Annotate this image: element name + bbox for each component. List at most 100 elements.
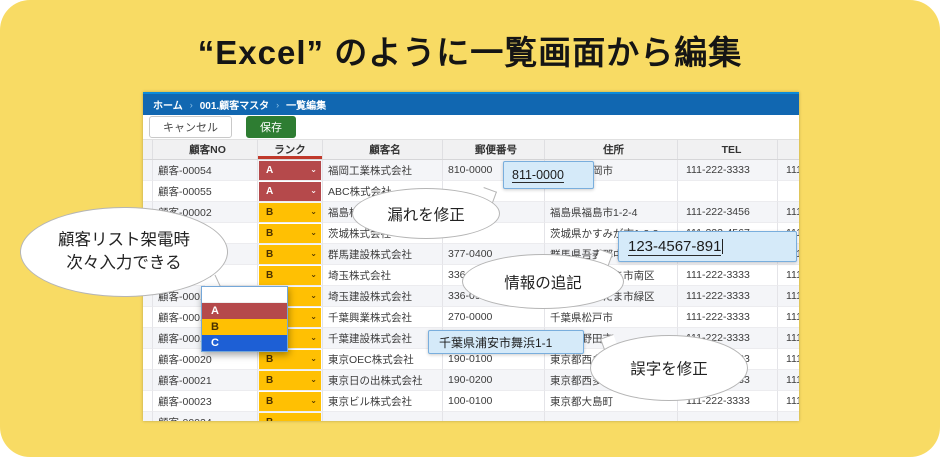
cell-zip[interactable]: 100-0100 — [443, 391, 545, 412]
rank-select[interactable]: B⌄ — [259, 350, 321, 369]
cell-tel[interactable]: 111-222-3456 — [678, 202, 778, 223]
chevron-down-icon: ⌄ — [310, 355, 317, 363]
rank-value: B — [266, 396, 273, 407]
cell-customer-name[interactable]: 埼玉建設株式会社 — [323, 286, 443, 307]
row-selector[interactable] — [143, 328, 153, 349]
cell-zip[interactable]: 190-0200 — [443, 370, 545, 391]
cell-rank: B⌄ — [258, 412, 323, 421]
cell-tel2[interactable] — [778, 412, 799, 421]
table-header-row: 顧客NOランク顧客名郵便番号住所TEL — [143, 139, 799, 160]
cell-customer-name[interactable]: 千葉興業株式会社 — [323, 307, 443, 328]
rank-option-c[interactable]: C — [202, 335, 287, 351]
cell-customer-name[interactable]: 東京ビル株式会社 — [323, 391, 443, 412]
zip-edit-callout[interactable]: 811-0000 — [503, 161, 594, 189]
chevron-down-icon: ⌄ — [310, 187, 317, 195]
cell-tel2[interactable]: 111 — [778, 328, 799, 349]
speech-bubble-call-list: 顧客リスト架電時 次々入力できる — [20, 207, 228, 297]
cell-tel[interactable]: 111-222-3333 — [678, 286, 778, 307]
cancel-button[interactable]: キャンセル — [149, 116, 232, 138]
page: “Excel” のように一覧画面から編集 ホーム › 001.顧客マスタ › 一… — [0, 0, 940, 457]
cell-tel2[interactable]: 111 — [778, 391, 799, 412]
cell-customer-name[interactable] — [323, 412, 443, 421]
cell-customer-no[interactable]: 顧客-00055 — [153, 181, 258, 202]
save-button[interactable]: 保存 — [246, 116, 296, 138]
speech-bubble-fix-typo: 誤字を修正 — [590, 335, 748, 401]
cell-tel[interactable]: 111-222-3333 — [678, 265, 778, 286]
cell-customer-name[interactable]: 福岡工業株式会社 — [323, 160, 443, 181]
column-header — [143, 140, 153, 159]
rank-option-b[interactable]: B — [202, 319, 287, 335]
breadcrumb-customer-master[interactable]: 001.顧客マスタ — [200, 97, 269, 112]
cell-tel2[interactable]: 111 — [778, 349, 799, 370]
bubble-text: 次々入力できる — [66, 252, 181, 275]
chevron-down-icon: ⌄ — [310, 271, 317, 279]
tel-edit-callout[interactable]: 123-4567-891 — [618, 231, 797, 262]
row-selector[interactable] — [143, 307, 153, 328]
row-selector[interactable] — [143, 370, 153, 391]
cell-customer-no[interactable]: 顧客-00021 — [153, 370, 258, 391]
breadcrumb-list-edit[interactable]: 一覧編集 — [286, 97, 326, 112]
rank-option-a[interactable]: A — [202, 303, 287, 319]
chevron-down-icon: ⌄ — [310, 208, 317, 216]
cell-customer-no[interactable]: 顧客-00020 — [153, 349, 258, 370]
cell-tel[interactable]: 111-222-3333 — [678, 160, 778, 181]
chevron-down-icon: ⌄ — [310, 250, 317, 258]
breadcrumb: ホーム › 001.顧客マスタ › 一覧編集 — [143, 94, 799, 115]
addr-edit-callout[interactable]: 千葉県浦安市舞浜1-1 — [428, 330, 584, 354]
cell-customer-name[interactable]: 群馬建設株式会社 — [323, 244, 443, 265]
cell-zip[interactable] — [443, 412, 545, 421]
breadcrumb-separator: › — [190, 100, 193, 110]
cell-rank: B⌄ — [258, 244, 323, 265]
row-selector[interactable] — [143, 160, 153, 181]
cell-tel2[interactable]: 111 — [778, 202, 799, 223]
rank-select[interactable]: B⌄ — [259, 224, 321, 243]
rank-select[interactable]: B⌄ — [259, 266, 321, 285]
cell-zip[interactable]: 270-0000 — [443, 307, 545, 328]
cell-rank: B⌄ — [258, 223, 323, 244]
cell-tel[interactable] — [678, 412, 778, 421]
cell-tel[interactable]: 111-222-3333 — [678, 307, 778, 328]
rank-dropdown-list: ABC — [201, 286, 288, 352]
column-header: 顧客NO — [153, 140, 258, 159]
cell-tel2[interactable]: 111 — [778, 370, 799, 391]
cell-rank: B⌄ — [258, 370, 323, 391]
chevron-down-icon: ⌄ — [310, 166, 317, 174]
cell-customer-no[interactable]: 顧客-00023 — [153, 391, 258, 412]
speech-bubble-fix-omission: 漏れを修正 — [352, 188, 500, 239]
cell-tel2[interactable]: 111 — [778, 307, 799, 328]
row-selector[interactable] — [143, 181, 153, 202]
cell-tel[interactable] — [678, 181, 778, 202]
rank-select[interactable]: B⌄ — [259, 371, 321, 390]
cell-address[interactable]: 千葉県松戸市 — [545, 307, 678, 328]
row-selector[interactable] — [143, 349, 153, 370]
column-header: 住所 — [545, 140, 678, 159]
rank-select[interactable]: A⌄ — [259, 161, 321, 180]
rank-select[interactable]: B⌄ — [259, 245, 321, 264]
rank-select[interactable]: B⌄ — [259, 203, 321, 222]
chevron-down-icon: ⌄ — [310, 334, 317, 342]
cell-tel2[interactable]: 111 — [778, 160, 799, 181]
column-header: TEL — [678, 140, 778, 159]
cell-customer-name[interactable]: 千葉建設株式会社 — [323, 328, 443, 349]
rank-select[interactable]: B⌄ — [259, 392, 321, 411]
cell-tel2[interactable] — [778, 181, 799, 202]
breadcrumb-home[interactable]: ホーム — [153, 97, 183, 112]
row-selector[interactable] — [143, 412, 153, 421]
column-header — [778, 140, 799, 159]
column-header: ランク — [258, 140, 323, 159]
rank-select[interactable]: A⌄ — [259, 182, 321, 201]
cell-address[interactable]: 福島県福島市1-2-4 — [545, 202, 678, 223]
cell-customer-name[interactable]: 埼玉株式会社 — [323, 265, 443, 286]
cell-customer-no[interactable]: 顧客-00024 — [153, 412, 258, 421]
cell-customer-name[interactable]: 東京OEC株式会社 — [323, 349, 443, 370]
row-selector[interactable] — [143, 391, 153, 412]
cell-tel2[interactable]: 111 — [778, 286, 799, 307]
cell-address[interactable] — [545, 412, 678, 421]
addr-edit-value: 千葉県浦安市舞浜1-1 — [439, 334, 552, 351]
page-title: “Excel” のように一覧画面から編集 — [0, 26, 940, 74]
cell-customer-name[interactable]: 東京日の出株式会社 — [323, 370, 443, 391]
cell-customer-no[interactable]: 顧客-00054 — [153, 160, 258, 181]
rank-option-blank[interactable] — [202, 287, 287, 303]
rank-select[interactable]: B⌄ — [259, 413, 321, 422]
cell-tel2[interactable]: 111 — [778, 265, 799, 286]
